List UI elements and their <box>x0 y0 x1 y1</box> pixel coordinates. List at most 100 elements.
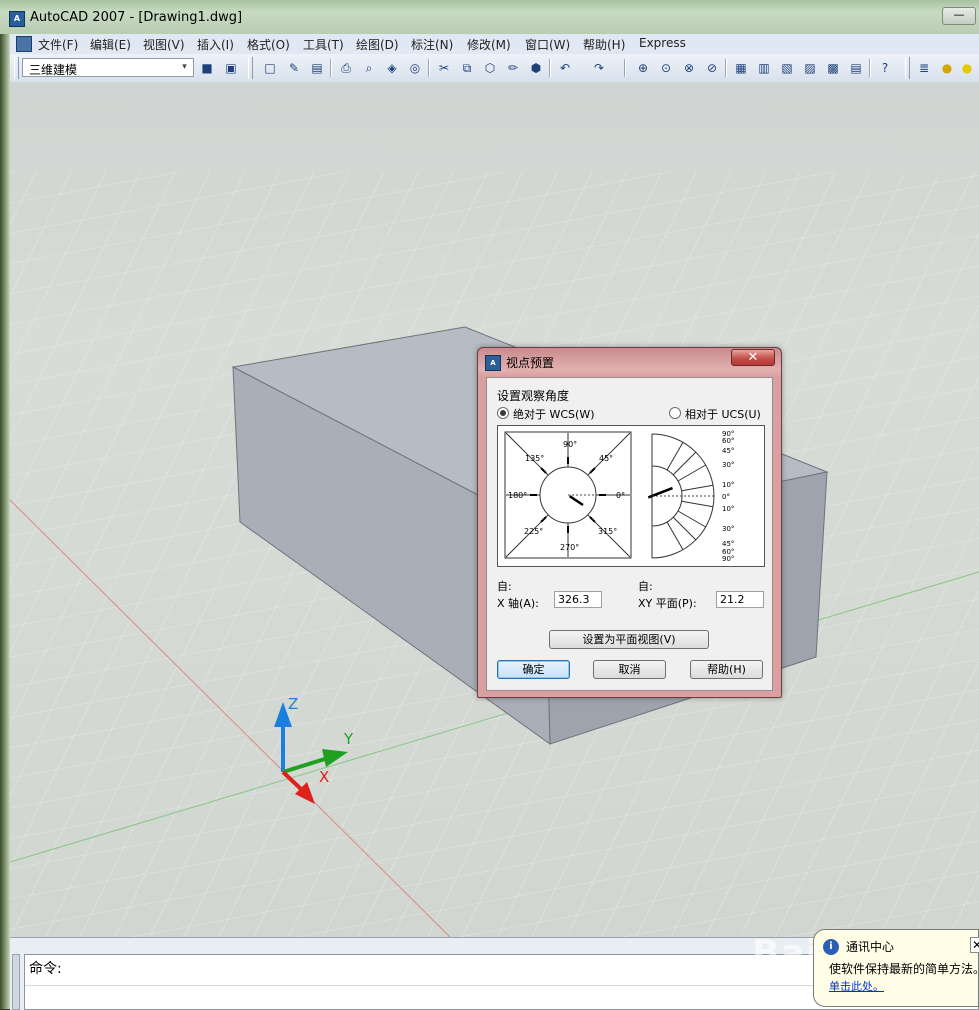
match-properties-icon[interactable]: ✏ <box>504 59 522 77</box>
relative-ucs-radio[interactable]: 相对于 UCS(U) <box>669 406 761 422</box>
block-editor-icon[interactable]: ⬢ <box>527 59 545 77</box>
angle-selector-panel: 90° 45° 135° 180° 0° 225° 270° 315° 90° … <box>497 425 765 567</box>
redo-icon[interactable]: ↷ <box>590 59 608 77</box>
menu-file[interactable]: 文件(F) <box>38 36 78 53</box>
x-axis-label: X <box>319 768 329 786</box>
elevation-ray <box>666 442 684 471</box>
copy-icon[interactable]: ⧉ <box>458 59 476 77</box>
menu-view[interactable]: 视图(V) <box>143 36 185 53</box>
elevation-ray <box>681 484 714 492</box>
paste-icon[interactable]: ⬡ <box>481 59 499 77</box>
from-label-left: 自: <box>497 580 512 593</box>
absolute-wcs-radio[interactable]: 绝对于 WCS(W) <box>497 406 595 422</box>
notification-close-button[interactable]: ✕ <box>970 937 979 953</box>
properties-icon[interactable]: ▦ <box>732 59 750 77</box>
command-line-handle[interactable] <box>12 954 20 1010</box>
set-plan-view-button[interactable]: 设置为平面视图(V) <box>549 630 709 649</box>
xy-plane-input[interactable]: 21.2 <box>716 591 764 608</box>
x-axis-input[interactable]: 326.3 <box>554 591 602 608</box>
print-preview-icon[interactable]: ⌕ <box>360 59 378 77</box>
elevation-ray <box>677 464 706 482</box>
menu-bar: 文件(F) 编辑(E) 视图(V) 插入(I) 格式(O) 工具(T) 绘图(D… <box>10 34 979 55</box>
3d-dwf-icon[interactable]: ◎ <box>406 59 424 77</box>
elevation-label-45-top: 45° <box>722 447 734 455</box>
relative-ucs-label: 相对于 UCS(U) <box>685 408 761 421</box>
elevation-ray <box>677 510 706 528</box>
notification-link[interactable]: 单击此处。 <box>829 978 884 994</box>
elevation-label-10-bottom: 10° <box>722 505 734 513</box>
toolbar-separator <box>428 59 430 77</box>
from-label-right: 自: <box>638 580 653 593</box>
compass-label-45: 45° <box>599 454 613 463</box>
compass-label-90: 90° <box>563 440 577 449</box>
open-file-icon[interactable]: ✎ <box>285 59 303 77</box>
menu-insert[interactable]: 插入(I) <box>197 36 234 53</box>
xy-plane-field-label: XY 平面(P): <box>638 597 697 610</box>
notification-balloon[interactable]: i 通讯中心 ✕ 使软件保持最新的简单方法。 单击此处。 <box>813 929 979 1007</box>
minimize-button[interactable]: — <box>942 7 976 25</box>
calculator-icon[interactable]: ▤ <box>847 59 865 77</box>
autocad-icon[interactable]: A <box>9 11 25 27</box>
design-center-icon[interactable]: ▥ <box>755 59 773 77</box>
pan-icon[interactable]: ⊕ <box>634 59 652 77</box>
menu-tools[interactable]: 工具(T) <box>303 36 344 53</box>
layers-icon[interactable]: ≣ <box>915 59 933 77</box>
toolbar-grip[interactable] <box>248 57 253 79</box>
menu-help[interactable]: 帮助(H) <box>583 36 625 53</box>
toolbar-separator <box>549 59 551 77</box>
toolbar-grip[interactable] <box>14 57 19 79</box>
title-bar[interactable]: A AutoCAD 2007 - [Drawing1.dwg] — <box>0 0 979 34</box>
workspace-select[interactable]: 三维建模 ▾ <box>22 58 194 77</box>
compass-label-180: 180° <box>508 491 527 500</box>
workspace-save-icon[interactable]: ▣ <box>222 59 240 77</box>
toolbar-separator <box>725 59 727 77</box>
elevation-label-90-bottom: 90° <box>722 555 734 563</box>
compass-label-270: 270° <box>560 543 579 552</box>
cancel-button[interactable]: 取消 <box>593 660 666 679</box>
menu-modify[interactable]: 修改(M) <box>467 36 511 53</box>
radio-dot <box>669 407 681 419</box>
standard-toolbar: 三维建模 ▾ ■ ▣ □ ✎ ▤ ⎙ ⌕ ◈ ◎ ✂ ⧉ ⬡ ✏ ⬢ ↶ ↷ ⊕… <box>10 54 979 83</box>
chevron-down-icon[interactable]: ▾ <box>178 61 191 74</box>
angle-selector-canvas: 90° 45° 135° 180° 0° 225° 270° 315° 90° … <box>504 430 734 563</box>
ok-button[interactable]: 确定 <box>497 660 570 679</box>
command-prompt: 命令: <box>29 961 62 977</box>
toolbar-separator <box>624 59 626 77</box>
sun-icon[interactable]: ● <box>958 59 976 77</box>
dialog-title: 视点预置 <box>506 356 555 370</box>
compass-label-135: 135° <box>525 454 544 463</box>
workspace-settings-icon[interactable]: ■ <box>198 59 216 77</box>
zoom-previous-icon[interactable]: ⊘ <box>703 59 721 77</box>
menu-express[interactable]: Express <box>639 36 686 50</box>
compass-label-225: 225° <box>524 527 543 536</box>
viewpoint-presets-dialog[interactable]: A 视点预置 ✕ 设置观察角度 绝对于 WCS(W) 相对于 UCS(U) 90… <box>477 347 782 698</box>
cut-icon[interactable]: ✂ <box>435 59 453 77</box>
new-file-icon[interactable]: □ <box>261 59 279 77</box>
publish-icon[interactable]: ◈ <box>383 59 401 77</box>
zoom-window-icon[interactable]: ⊗ <box>680 59 698 77</box>
menu-window[interactable]: 窗口(W) <box>525 36 570 53</box>
tool-palettes-icon[interactable]: ▧ <box>778 59 796 77</box>
menu-edit[interactable]: 编辑(E) <box>90 36 131 53</box>
elevation-label-30-bottom: 30° <box>722 525 734 533</box>
elevation-label-30-top: 30° <box>722 461 734 469</box>
notification-message: 使软件保持最新的简单方法。 <box>829 962 979 976</box>
dialog-close-button[interactable]: ✕ <box>731 349 775 366</box>
y-axis-label: Y <box>343 730 354 748</box>
sheet-set-icon[interactable]: ▨ <box>801 59 819 77</box>
elevation-label-45-bottom: 45° <box>722 540 734 548</box>
document-icon[interactable] <box>16 36 32 52</box>
help-button[interactable]: 帮助(H) <box>690 660 763 679</box>
viewing-angle-heading: 设置观察角度 <box>497 389 570 403</box>
markup-icon[interactable]: ▩ <box>824 59 842 77</box>
menu-draw[interactable]: 绘图(D) <box>356 36 399 53</box>
help-icon[interactable]: ? <box>876 59 894 77</box>
menu-dimension[interactable]: 标注(N) <box>411 36 453 53</box>
menu-format[interactable]: 格式(O) <box>247 36 290 53</box>
print-icon[interactable]: ⎙ <box>337 59 355 77</box>
toolbar-grip[interactable] <box>905 57 910 79</box>
save-icon[interactable]: ▤ <box>308 59 326 77</box>
undo-icon[interactable]: ↶ <box>556 59 574 77</box>
light-bulb-icon[interactable]: ● <box>938 59 956 77</box>
zoom-realtime-icon[interactable]: ⊙ <box>657 59 675 77</box>
